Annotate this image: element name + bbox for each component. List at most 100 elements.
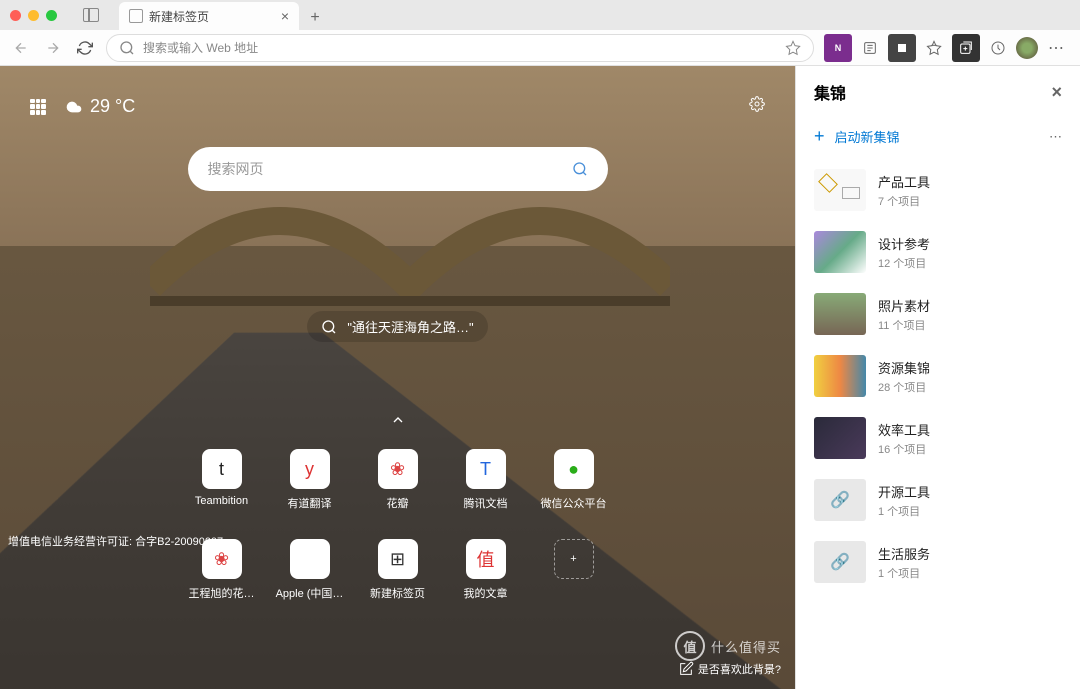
- tile-label: 花瓣: [387, 495, 409, 511]
- collections-button[interactable]: [952, 34, 980, 62]
- tile-icon: [290, 539, 330, 579]
- more-menu-button[interactable]: ⋯: [1042, 34, 1070, 62]
- favorites-bar-icon[interactable]: [920, 34, 948, 62]
- quick-link-tile[interactable]: Apple (中国…: [275, 539, 345, 601]
- address-bar[interactable]: 搜索或输入 Web 地址: [106, 34, 814, 62]
- panel-more-button[interactable]: ⋯: [1049, 129, 1062, 145]
- new-collection-button[interactable]: + 启动新集锦 ⋯: [796, 118, 1080, 161]
- collection-name: 产品工具: [878, 172, 930, 191]
- tile-label: 我的文章: [464, 585, 508, 601]
- collection-name: 生活服务: [878, 544, 930, 563]
- back-button[interactable]: [10, 37, 32, 59]
- ntp-search-box[interactable]: 搜索网页: [188, 147, 608, 191]
- collection-name: 照片素材: [878, 296, 930, 315]
- cloud-icon: [66, 99, 82, 115]
- collection-thumbnail: [814, 169, 866, 211]
- tile-icon: t: [202, 449, 242, 489]
- search-placeholder: 搜索网页: [208, 159, 264, 179]
- collection-count: 1 个项目: [878, 503, 930, 519]
- window-controls: [10, 10, 57, 21]
- quick-links-grid: t Teambition y 有道翻译 ❀ 花瓣 T 腾讯文档 ●微信公众平台 ❀ 王程旭的花… Ap…: [187, 449, 609, 601]
- caption-text: "通往天涯海角之路…": [347, 317, 473, 336]
- panel-title: 集锦: [814, 80, 846, 104]
- image-caption[interactable]: "通往天涯海角之路…": [307, 311, 487, 342]
- dark-ext-icon[interactable]: [888, 34, 916, 62]
- maximize-window[interactable]: [46, 10, 57, 21]
- tile-label: 新建标签页: [370, 585, 425, 601]
- plus-icon: +: [814, 126, 825, 147]
- tile-label: 王程旭的花…: [189, 585, 255, 601]
- collection-thumbnail: [814, 417, 866, 459]
- close-panel-button[interactable]: ×: [1051, 82, 1062, 103]
- collection-name: 资源集锦: [878, 358, 930, 377]
- weather-widget[interactable]: 29 °C: [66, 96, 135, 117]
- new-collection-label: 启动新集锦: [835, 127, 900, 146]
- profile-avatar[interactable]: [1016, 37, 1038, 59]
- watermark-icon: 值: [675, 631, 705, 661]
- quick-link-tile[interactable]: ⊞新建标签页: [363, 539, 433, 601]
- search-icon[interactable]: [572, 161, 588, 177]
- collection-item[interactable]: 🔗生活服务1 个项目: [806, 533, 1070, 591]
- browser-tab[interactable]: 新建标签页 ×: [119, 2, 299, 30]
- quick-link-tile[interactable]: y 有道翻译: [275, 449, 345, 511]
- collections-panel: 集锦 × + 启动新集锦 ⋯ 产品工具7 个项目设计参考12 个项目照片素材 11…: [795, 66, 1080, 689]
- tile-label: 有道翻译: [288, 495, 332, 511]
- onenote-extension[interactable]: N: [824, 34, 852, 62]
- reading-list-icon[interactable]: [856, 34, 884, 62]
- toolbar: 搜索或输入 Web 地址 N ⋯: [0, 30, 1080, 66]
- forward-button[interactable]: [42, 37, 64, 59]
- quick-link-tile[interactable]: ●微信公众平台: [539, 449, 609, 511]
- collection-item[interactable]: 设计参考12 个项目: [806, 223, 1070, 281]
- tile-icon: ❀: [378, 449, 418, 489]
- collection-thumbnail: 🔗: [814, 479, 866, 521]
- collection-thumbnail: [814, 231, 866, 273]
- collection-item[interactable]: 🔗开源工具1 个项目: [806, 471, 1070, 529]
- settings-button[interactable]: [749, 96, 765, 117]
- new-tab-page: 29 °C 搜索网页 "通往天涯海角之路…" t Teambition y 有道翻译 ❀…: [0, 66, 795, 689]
- bg-like-text: 是否喜欢此背景?: [698, 661, 781, 677]
- favorites-icon[interactable]: [785, 40, 801, 56]
- collection-item[interactable]: 效率工具 16 个项目: [806, 409, 1070, 467]
- address-placeholder: 搜索或输入 Web 地址: [143, 39, 258, 56]
- collection-item[interactable]: 资源集锦28 个项目: [806, 347, 1070, 405]
- quick-link-tile[interactable]: t Teambition: [187, 449, 257, 511]
- add-tile-button[interactable]: +: [539, 539, 609, 601]
- panel-header: 集锦 ×: [796, 66, 1080, 118]
- toolbar-actions: N ⋯: [824, 34, 1070, 62]
- apps-grid-icon[interactable]: [30, 99, 46, 115]
- tile-label: 腾讯文档: [464, 495, 508, 511]
- edit-icon: [678, 661, 694, 677]
- quick-link-tile[interactable]: ❀ 花瓣: [363, 449, 433, 511]
- collection-count: 1 个项目: [878, 565, 930, 581]
- collections-list: 产品工具7 个项目设计参考12 个项目照片素材11 个项目资源集锦28 个项目效…: [796, 161, 1080, 689]
- close-window[interactable]: [10, 10, 21, 21]
- sidebar-toggle-icon[interactable]: [83, 8, 99, 22]
- temperature: 29 °C: [90, 96, 135, 117]
- collection-name: 效率工具: [878, 420, 930, 439]
- refresh-button[interactable]: [74, 37, 96, 59]
- collection-item[interactable]: 照片素材 11 个项目: [806, 285, 1070, 343]
- tile-label: Teambition: [195, 495, 248, 507]
- tile-label: 微信公众平台: [541, 495, 607, 511]
- tile-icon: y: [290, 449, 330, 489]
- tile-icon: T: [466, 449, 506, 489]
- extensions-icon[interactable]: [984, 34, 1012, 62]
- collection-thumbnail: [814, 293, 866, 335]
- expand-tiles-button[interactable]: [390, 412, 406, 431]
- titlebar: 新建标签页 × +: [0, 0, 1080, 30]
- license-text: 增值电信业务经营许可证: 合字B2-20090007: [8, 533, 223, 549]
- plus-icon: +: [554, 539, 594, 579]
- minimize-window[interactable]: [28, 10, 39, 21]
- quick-link-tile[interactable]: 值我的文章: [451, 539, 521, 601]
- new-tab-button[interactable]: +: [303, 6, 327, 30]
- collection-thumbnail: [814, 355, 866, 397]
- watermark: 值 什么值得买: [675, 631, 781, 661]
- tab-close-icon[interactable]: ×: [281, 8, 289, 24]
- tab-strip: 新建标签页 × +: [119, 0, 1070, 30]
- collection-count: 12 个项目: [878, 255, 930, 271]
- background-feedback[interactable]: 是否喜欢此背景?: [678, 661, 781, 677]
- collection-count: 11 个项目: [878, 317, 930, 333]
- quick-link-tile[interactable]: T 腾讯文档: [451, 449, 521, 511]
- collection-count: 16 个项目: [878, 441, 930, 457]
- collection-item[interactable]: 产品工具7 个项目: [806, 161, 1070, 219]
